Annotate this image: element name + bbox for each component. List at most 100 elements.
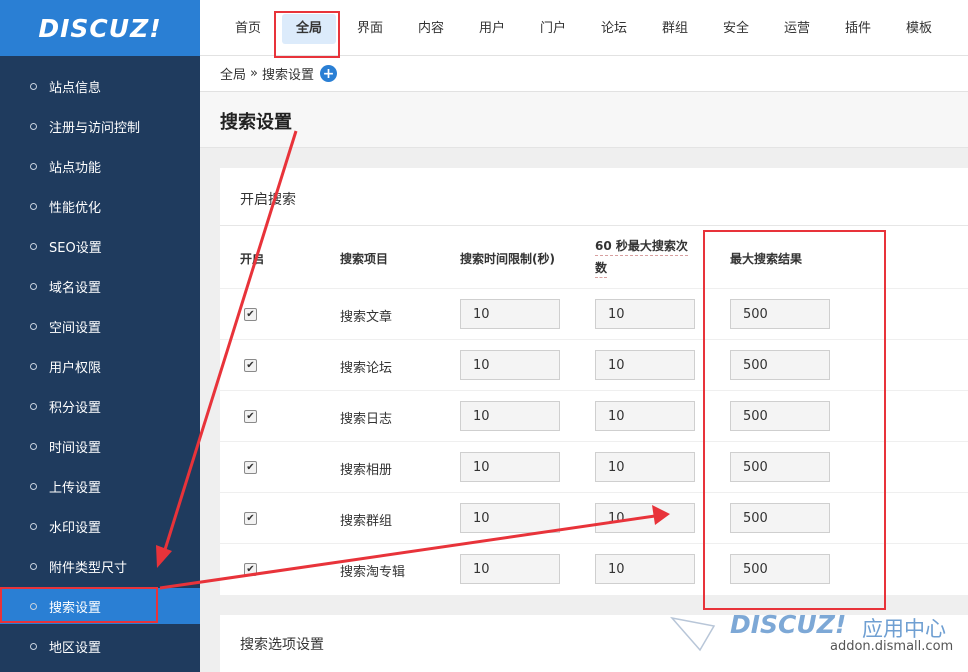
watermark-url: addon.dismall.com: [830, 639, 954, 654]
bullet-icon: [30, 242, 37, 250]
per60-input[interactable]: [595, 554, 695, 584]
max-results-input[interactable]: [730, 401, 830, 431]
max-results-input[interactable]: [730, 503, 830, 533]
nav-tab-groups[interactable]: 群组: [653, 14, 697, 44]
sidebar-item-attachment-types[interactable]: 附件类型尺寸: [0, 548, 200, 584]
sidebar-item-upload[interactable]: 上传设置: [0, 468, 200, 504]
bullet-icon: [30, 82, 37, 90]
time-limit-input[interactable]: [460, 401, 560, 431]
bullet-icon: [30, 602, 37, 610]
breadcrumb: 全局 » 搜索设置 +: [200, 56, 968, 92]
nav-tab-global[interactable]: 全局: [282, 14, 336, 44]
nav-tab-interface[interactable]: 界面: [348, 14, 392, 44]
row-label: 搜索论坛: [340, 361, 393, 376]
per60-input[interactable]: [595, 401, 695, 431]
sidebar-item-site-info[interactable]: 站点信息: [0, 68, 200, 104]
row-divider: [220, 288, 968, 289]
sidebar-item-space[interactable]: 空间设置: [0, 308, 200, 344]
enable-checkbox-blog[interactable]: ✔: [244, 410, 257, 423]
time-limit-input[interactable]: [460, 503, 560, 533]
nav-tab-home[interactable]: 首页: [226, 14, 270, 44]
per60-input[interactable]: [595, 350, 695, 380]
sidebar-item-region[interactable]: 地区设置: [0, 628, 200, 664]
breadcrumb-current: 搜索设置: [261, 68, 314, 83]
bullet-icon: [30, 482, 37, 490]
nav-tab-portal[interactable]: 门户: [531, 14, 575, 44]
discuz-logo[interactable]: DISCUZ!: [0, 0, 200, 56]
nav-tab-content[interactable]: 内容: [409, 14, 453, 44]
nav-tab-forum[interactable]: 论坛: [592, 14, 636, 44]
sidebar-item-search-settings[interactable]: 搜索设置: [0, 588, 200, 624]
nav-tab-security[interactable]: 安全: [714, 14, 758, 44]
header-max-per-60s-cont: 数: [595, 259, 608, 278]
bullet-icon: [30, 202, 37, 210]
sidebar-item-watermark[interactable]: 水印设置: [0, 508, 200, 544]
nav-tab-users[interactable]: 用户: [470, 14, 514, 44]
header-enable: 开启: [240, 252, 265, 266]
add-shortcut-icon[interactable]: +: [320, 65, 337, 82]
bullet-icon: [30, 642, 37, 650]
nav-tab-plugins[interactable]: 插件: [836, 14, 880, 44]
enable-checkbox-articles[interactable]: ✔: [244, 308, 257, 321]
sidebar-item-user-permissions[interactable]: 用户权限: [0, 348, 200, 384]
sidebar-item-time[interactable]: 时间设置: [0, 428, 200, 464]
header-time-limit: 搜索时间限制(秒): [460, 252, 555, 266]
max-results-input[interactable]: [730, 350, 830, 380]
row-divider: [220, 441, 968, 442]
bullet-icon: [30, 282, 37, 290]
top-nav: 首页 全局 界面 内容 用户 门户 论坛 群组 安全 运营 插件 模板: [200, 0, 968, 56]
header-max-per-60s: 60 秒最大搜索次: [595, 237, 688, 256]
enable-checkbox-group[interactable]: ✔: [244, 512, 257, 525]
sidebar-item-domain[interactable]: 域名设置: [0, 268, 200, 304]
sidebar: DISCUZ! 站点信息 注册与访问控制 站点功能 性能优化 SEO设置 域名设…: [0, 0, 200, 672]
sidebar-item-label: 域名设置: [49, 280, 102, 296]
per60-input[interactable]: [595, 299, 695, 329]
time-limit-input[interactable]: [460, 554, 560, 584]
sidebar-item-label: 用户权限: [49, 360, 102, 376]
row-label: 搜索群组: [340, 514, 393, 529]
enable-checkbox-album[interactable]: ✔: [244, 461, 257, 474]
max-results-input[interactable]: [730, 299, 830, 329]
sidebar-item-label: 时间设置: [49, 440, 102, 456]
nav-tab-operations[interactable]: 运营: [775, 14, 819, 44]
search-enable-section: 开启搜索 开启 搜索项目 搜索时间限制(秒) 60 秒最大搜索次 数 最大搜索结…: [220, 168, 968, 595]
sidebar-item-register-access[interactable]: 注册与访问控制: [0, 108, 200, 144]
page-title: 搜索设置: [220, 112, 292, 133]
divider: [220, 225, 968, 226]
sidebar-item-label: 注册与访问控制: [49, 120, 141, 136]
sidebar-item-credits[interactable]: 积分设置: [0, 388, 200, 424]
enable-checkbox-forum[interactable]: ✔: [244, 359, 257, 372]
sidebar-item-label: 附件类型尺寸: [49, 560, 128, 576]
row-label: 搜索文章: [340, 310, 393, 325]
row-divider: [220, 543, 968, 544]
sidebar-item-site-features[interactable]: 站点功能: [0, 148, 200, 184]
header-max-results: 最大搜索结果: [730, 252, 803, 266]
sidebar-item-label: 搜索设置: [49, 600, 102, 616]
bullet-icon: [30, 122, 37, 130]
sidebar-item-label: 积分设置: [49, 400, 102, 416]
row-divider: [220, 390, 968, 391]
max-results-input[interactable]: [730, 452, 830, 482]
enable-checkbox-collection[interactable]: ✔: [244, 563, 257, 576]
per60-input[interactable]: [595, 452, 695, 482]
sidebar-item-label: 地区设置: [49, 640, 102, 656]
sidebar-item-label: 水印设置: [49, 520, 102, 536]
row-divider: [220, 339, 968, 340]
bullet-icon: [30, 362, 37, 370]
sidebar-item-label: SEO设置: [49, 240, 102, 256]
time-limit-input[interactable]: [460, 299, 560, 329]
sidebar-item-label: 性能优化: [49, 200, 102, 216]
row-divider: [220, 492, 968, 493]
sidebar-item-performance[interactable]: 性能优化: [0, 188, 200, 224]
time-limit-input[interactable]: [460, 452, 560, 482]
sidebar-item-label: 站点功能: [49, 160, 102, 176]
bullet-icon: [30, 522, 37, 530]
nav-tab-templates[interactable]: 模板: [897, 14, 941, 44]
bullet-icon: [30, 162, 37, 170]
per60-input[interactable]: [595, 503, 695, 533]
breadcrumb-parent[interactable]: 全局: [220, 64, 246, 83]
sidebar-item-seo[interactable]: SEO设置: [0, 228, 200, 264]
sidebar-item-label: 空间设置: [49, 320, 102, 336]
time-limit-input[interactable]: [460, 350, 560, 380]
max-results-input[interactable]: [730, 554, 830, 584]
